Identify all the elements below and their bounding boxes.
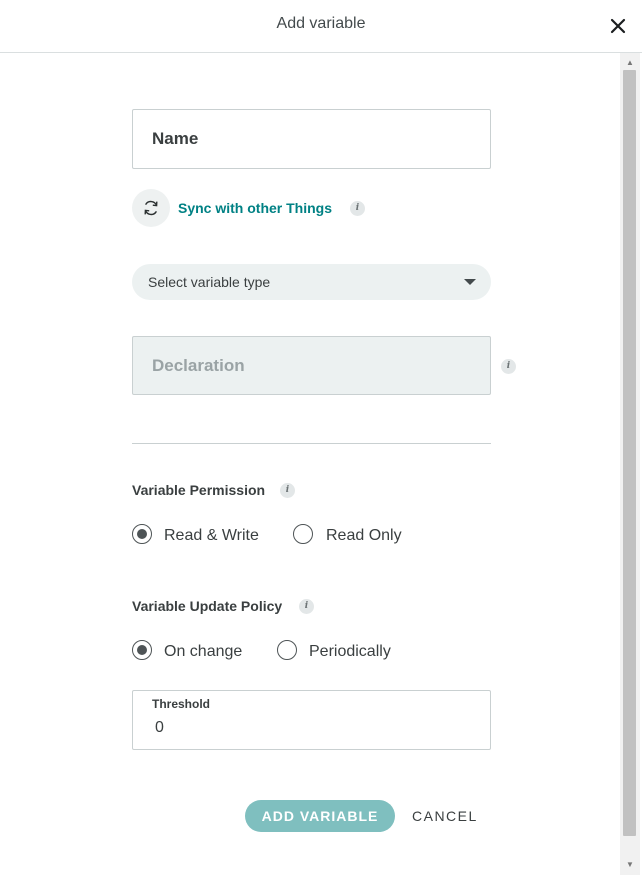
threshold-field[interactable]: Threshold 0 xyxy=(132,690,491,750)
sync-button[interactable] xyxy=(132,189,170,227)
scroll-down-icon[interactable]: ▼ xyxy=(620,857,640,873)
sync-icon xyxy=(144,200,158,216)
close-icon[interactable] xyxy=(606,14,630,38)
radio-periodically[interactable] xyxy=(277,640,297,660)
update-policy-title: Variable Update Policy xyxy=(132,598,283,614)
radio-read-only-label[interactable]: Read Only xyxy=(326,527,402,545)
add-variable-button[interactable]: ADD VARIABLE xyxy=(245,800,395,832)
variable-type-placeholder: Select variable type xyxy=(148,274,271,290)
scrollbar[interactable]: ▲ ▼ xyxy=(620,53,640,875)
radio-read-only[interactable] xyxy=(293,524,313,544)
name-field[interactable]: Name xyxy=(132,109,491,169)
declaration-placeholder: Declaration xyxy=(152,356,245,375)
sync-info-icon[interactable]: i xyxy=(350,201,365,216)
close-button[interactable] xyxy=(606,14,630,38)
dialog-title: Add variable xyxy=(276,15,366,32)
radio-read-write[interactable] xyxy=(132,524,152,544)
radio-on-change[interactable] xyxy=(132,640,152,660)
threshold-label: Threshold xyxy=(152,697,211,711)
divider xyxy=(132,443,491,444)
declaration-field[interactable]: Declaration xyxy=(132,336,491,395)
radio-on-change-label[interactable]: On change xyxy=(164,643,242,661)
radio-periodically-label[interactable]: Periodically xyxy=(309,643,391,661)
scroll-up-icon[interactable]: ▲ xyxy=(620,55,640,71)
permission-title: Variable Permission xyxy=(132,482,266,498)
variable-type-select[interactable]: Select variable type xyxy=(132,264,491,300)
name-field-label: Name xyxy=(152,129,199,148)
permission-info-icon[interactable]: i xyxy=(280,483,295,498)
cancel-button[interactable]: CANCEL xyxy=(412,808,478,824)
dialog-header: Add variable xyxy=(0,0,642,53)
radio-read-write-label[interactable]: Read & Write xyxy=(164,527,259,545)
update-policy-info-icon[interactable]: i xyxy=(299,599,314,614)
chevron-down-icon xyxy=(464,279,476,285)
scrollbar-thumb[interactable] xyxy=(623,70,636,836)
sync-link[interactable]: Sync with other Things xyxy=(178,200,332,216)
threshold-value[interactable]: 0 xyxy=(155,719,164,737)
declaration-info-icon[interactable]: i xyxy=(501,359,516,374)
dialog-body: Name Sync with other Things i Select var… xyxy=(0,53,620,875)
